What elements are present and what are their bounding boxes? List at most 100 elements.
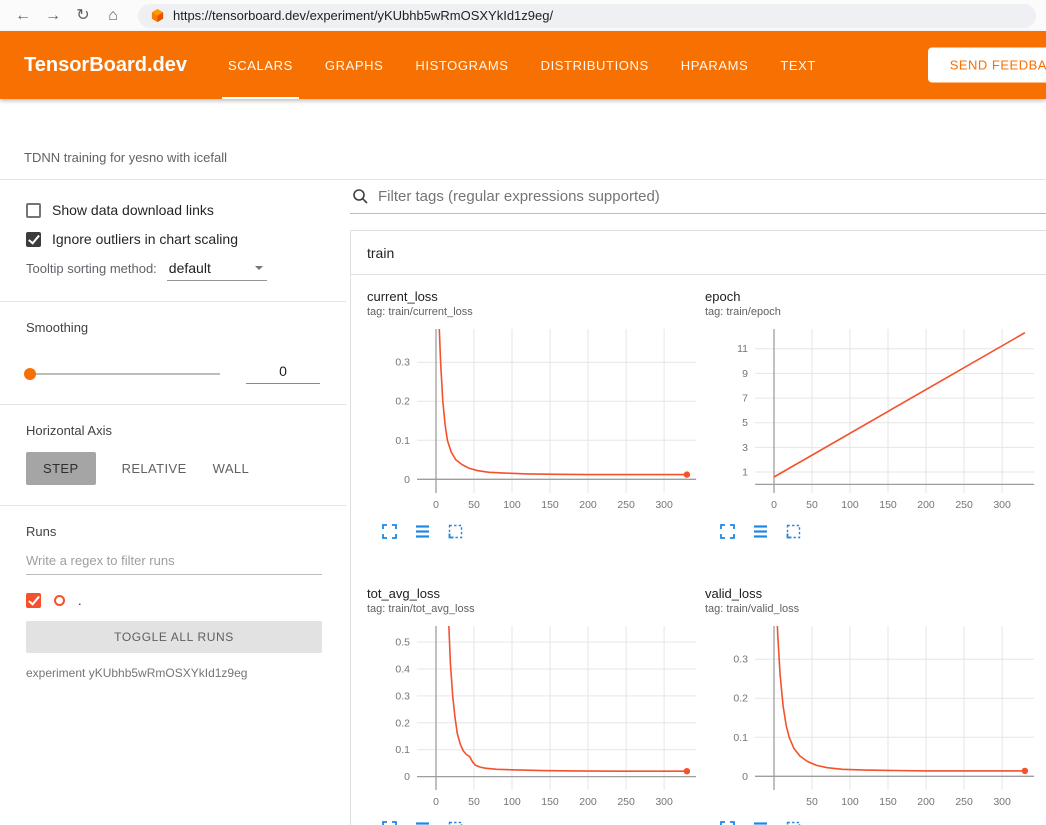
svg-text:200: 200 — [579, 499, 597, 511]
run-name: . — [78, 593, 82, 608]
tooltip-sorting-value: default — [169, 260, 211, 276]
line-chart-tot-avg-loss[interactable]: 00.10.20.30.40.5050100150200250300 — [367, 620, 702, 816]
svg-text:5: 5 — [742, 417, 748, 429]
log-scale-icon[interactable] — [752, 523, 769, 540]
fit-domain-icon[interactable] — [785, 523, 802, 540]
content-area: Show data download links Ignore outliers… — [0, 180, 1046, 825]
line-chart-current-loss[interactable]: 00.10.20.3050100150200250300 — [367, 323, 702, 519]
chart-card-epoch: epoch tag: train/epoch 13579110501001502… — [705, 289, 1043, 540]
expand-chart-icon[interactable] — [719, 820, 736, 825]
runs-filter-input[interactable] — [26, 553, 322, 575]
tab-text[interactable]: TEXT — [764, 31, 832, 99]
charts-grid: current_loss tag: train/current_loss 00.… — [367, 289, 1046, 825]
svg-text:100: 100 — [503, 796, 521, 808]
experiment-title: TDNN training for yesno with icefall — [24, 150, 227, 165]
tag-filter-input[interactable] — [378, 188, 1046, 205]
smoothing-label: Smoothing — [26, 320, 320, 335]
svg-text:250: 250 — [955, 796, 973, 808]
smoothing-row: 0 — [26, 363, 320, 384]
checkbox-label: Show data download links — [52, 202, 214, 218]
send-feedback-button[interactable]: SEND FEEDBACK — [928, 48, 1046, 83]
fit-domain-icon[interactable] — [447, 820, 464, 825]
line-chart-valid-loss[interactable]: 00.10.20.350100150200250300 — [705, 620, 1040, 816]
log-scale-icon[interactable] — [414, 523, 431, 540]
run-row[interactable]: . — [26, 593, 320, 608]
svg-text:200: 200 — [917, 796, 935, 808]
svg-text:3: 3 — [742, 442, 748, 454]
svg-text:7: 7 — [742, 393, 748, 405]
tooltip-sorting-select[interactable]: default — [167, 260, 267, 281]
tab-distributions[interactable]: DISTRIBUTIONS — [525, 31, 665, 99]
chart-toolbar — [381, 523, 705, 540]
chart-tag: tag: train/current_loss — [367, 306, 705, 319]
url-text: https://tensorboard.dev/experiment/yKUbh… — [173, 8, 553, 23]
chart-toolbar — [381, 820, 705, 825]
chart-card-current-loss: current_loss tag: train/current_loss 00.… — [367, 289, 705, 540]
checkbox-checked-icon — [26, 232, 41, 247]
expand-chart-icon[interactable] — [381, 523, 398, 540]
svg-text:250: 250 — [955, 499, 973, 511]
svg-text:100: 100 — [841, 796, 859, 808]
expand-chart-icon[interactable] — [381, 820, 398, 825]
forward-icon[interactable]: → — [40, 0, 66, 31]
tag-group-title: train — [367, 245, 394, 261]
app-title: TensorBoard.dev — [24, 54, 212, 77]
horizontal-axis-buttons: STEP RELATIVE WALL — [26, 452, 320, 485]
address-bar[interactable]: https://tensorboard.dev/experiment/yKUbh… — [138, 4, 1036, 28]
svg-text:300: 300 — [655, 499, 673, 511]
show-download-links-checkbox[interactable]: Show data download links — [26, 202, 320, 218]
tensorboard-favicon-icon — [150, 8, 165, 23]
svg-text:9: 9 — [742, 368, 748, 380]
chart-card-valid-loss: valid_loss tag: train/valid_loss 00.10.2… — [705, 586, 1043, 825]
chart-toolbar — [719, 523, 1043, 540]
svg-text:0.1: 0.1 — [395, 744, 410, 756]
line-chart-epoch[interactable]: 1357911050100150200250300 — [705, 323, 1040, 519]
log-scale-icon[interactable] — [414, 820, 431, 825]
svg-text:300: 300 — [993, 796, 1011, 808]
screenshot-root: ← → ↻ ⌂ https://tensorboard.dev/experime… — [0, 0, 1046, 825]
svg-text:50: 50 — [806, 499, 818, 511]
reload-icon[interactable]: ↻ — [70, 0, 96, 31]
svg-text:50: 50 — [468, 796, 480, 808]
log-scale-icon[interactable] — [752, 820, 769, 825]
tab-histograms[interactable]: HISTOGRAMS — [399, 31, 524, 99]
slider-thumb[interactable] — [24, 368, 36, 380]
svg-text:200: 200 — [579, 796, 597, 808]
smoothing-slider[interactable] — [26, 373, 220, 375]
run-color-circle-icon — [54, 595, 65, 606]
svg-text:1: 1 — [742, 467, 748, 479]
svg-text:100: 100 — [503, 499, 521, 511]
svg-text:0.4: 0.4 — [395, 664, 410, 676]
search-icon — [352, 188, 369, 205]
svg-text:0.2: 0.2 — [733, 693, 748, 705]
toggle-all-runs-button[interactable]: TOGGLE ALL RUNS — [26, 621, 322, 653]
tab-hparams[interactable]: HPARAMS — [665, 31, 765, 99]
chart-title: valid_loss — [705, 586, 1043, 601]
tab-graphs[interactable]: GRAPHS — [309, 31, 400, 99]
tab-scalars[interactable]: SCALARS — [212, 31, 309, 99]
run-checkbox[interactable] — [26, 593, 41, 608]
fit-domain-icon[interactable] — [447, 523, 464, 540]
axis-wall-button[interactable]: WALL — [213, 461, 250, 476]
expand-chart-icon[interactable] — [719, 523, 736, 540]
tooltip-sorting-label: Tooltip sorting method: — [26, 261, 157, 276]
back-icon[interactable]: ← — [10, 0, 36, 31]
svg-text:250: 250 — [617, 499, 635, 511]
axis-relative-button[interactable]: RELATIVE — [122, 461, 187, 476]
svg-text:0: 0 — [433, 796, 439, 808]
axis-step-button[interactable]: STEP — [26, 452, 96, 485]
tag-group-card: train current_loss tag: train/current_lo… — [350, 230, 1046, 825]
svg-text:150: 150 — [879, 796, 897, 808]
divider — [0, 404, 346, 405]
svg-text:0: 0 — [404, 771, 410, 783]
svg-text:50: 50 — [806, 796, 818, 808]
svg-text:0.2: 0.2 — [395, 396, 410, 408]
home-icon[interactable]: ⌂ — [100, 0, 126, 31]
tag-group-header[interactable]: train — [351, 231, 1046, 275]
chart-card-tot-avg-loss: tot_avg_loss tag: train/tot_avg_loss 00.… — [367, 586, 705, 825]
smoothing-value[interactable]: 0 — [246, 363, 320, 384]
fit-domain-icon[interactable] — [785, 820, 802, 825]
ignore-outliers-checkbox[interactable]: Ignore outliers in chart scaling — [26, 231, 320, 247]
svg-text:250: 250 — [617, 796, 635, 808]
checkbox-label: Ignore outliers in chart scaling — [52, 231, 238, 247]
